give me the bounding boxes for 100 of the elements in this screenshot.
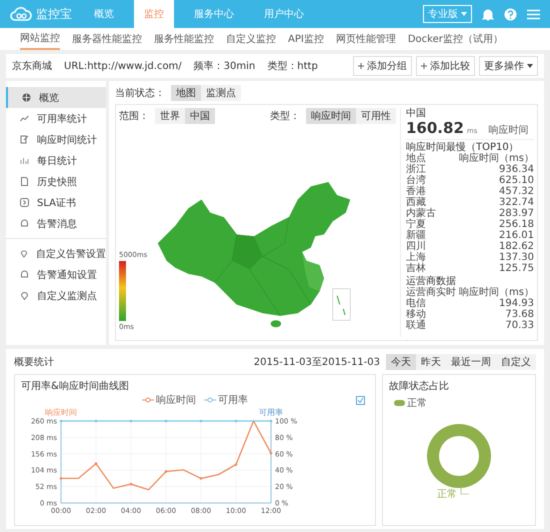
table-cell: 电信 xyxy=(406,298,426,309)
sidebar-item[interactable]: 每日统计 xyxy=(6,150,106,171)
sidebar-item[interactable]: SLA证书 xyxy=(6,192,106,213)
range-tab[interactable]: 自定义 xyxy=(496,354,536,370)
monitor-url: URL:http://www.jd.com/ xyxy=(64,60,182,72)
table-cell: 125.75 xyxy=(499,263,534,274)
document-icon xyxy=(20,177,29,186)
sidebar-item[interactable]: 可用率统计 xyxy=(6,108,106,129)
sub-nav-tab[interactable]: API监控 xyxy=(288,28,324,50)
region-name: 中国 xyxy=(406,108,427,119)
monitor-name: 京东商城 xyxy=(12,60,52,73)
pin-icon xyxy=(20,291,29,300)
table-cell: 台湾 xyxy=(406,175,426,186)
scope-toggle[interactable]: 世界 xyxy=(155,108,185,124)
type-label: 类型： xyxy=(270,110,300,123)
legend-item[interactable]: 正常 xyxy=(394,396,427,410)
column-header: 地点 xyxy=(406,153,426,164)
monitor-frequency: 频率：30min xyxy=(194,60,256,73)
date-range: 2015-11-03至2015-11-03 xyxy=(254,356,380,369)
section-title: 运营商数据 xyxy=(406,276,457,287)
sub-nav-tab[interactable]: 服务器性能监控 xyxy=(72,28,142,50)
table-cell: 73.68 xyxy=(505,309,534,320)
section-title: 响应时间最慢（TOP10） xyxy=(406,142,520,153)
sub-nav-tab[interactable]: 网页性能管理 xyxy=(336,28,396,50)
caret-icon xyxy=(527,64,533,68)
sub-nav-tab[interactable]: Docker监控（试用） xyxy=(408,28,503,50)
sidebar-item[interactable]: 告警消息 xyxy=(6,213,106,234)
add-button[interactable]: 添加比较 xyxy=(416,56,475,76)
metric-label: 响应时间 xyxy=(488,125,528,136)
logo-text: 监控宝 xyxy=(36,6,72,22)
bell-icon xyxy=(20,219,29,228)
column-header: 响应时间（ms） xyxy=(459,287,534,298)
sidebar-item[interactable]: 自定义告警设置 xyxy=(6,243,106,264)
chart-tool-icon[interactable] xyxy=(356,396,365,404)
sidebar-item[interactable]: 告警通知设置 xyxy=(6,264,106,285)
plus-icon xyxy=(421,63,427,69)
table-cell: 内蒙古 xyxy=(406,208,436,219)
bell-icon xyxy=(20,270,29,279)
range-tab[interactable]: 昨天 xyxy=(416,354,446,370)
table-cell: 联通 xyxy=(406,320,426,331)
table-cell: 吉林 xyxy=(406,263,426,274)
table-cell: 香港 xyxy=(406,186,426,197)
sidebar-item[interactable]: 自定义监测点 xyxy=(6,285,106,306)
card-title: 可用率&响应时间曲线图 xyxy=(21,380,129,393)
help-icon[interactable] xyxy=(504,8,517,20)
table-cell: 宁夏 xyxy=(406,219,426,230)
column-header: 运营商实时 xyxy=(406,287,456,298)
table-cell: 216.01 xyxy=(499,230,534,241)
plus-icon xyxy=(358,63,364,69)
sub-nav-tab[interactable]: 网站监控 xyxy=(20,28,60,50)
caret-icon xyxy=(461,12,467,16)
add-button[interactable]: 添加分组 xyxy=(353,56,412,76)
table-cell: 256.18 xyxy=(499,219,534,230)
table-cell: 625.10 xyxy=(499,175,534,186)
edit-icon xyxy=(20,135,29,144)
view-toggle[interactable]: 监测点 xyxy=(201,85,241,101)
bell-icon[interactable] xyxy=(482,8,494,20)
table-cell: 新疆 xyxy=(406,230,426,241)
status-label: 当前状态： xyxy=(115,86,165,100)
table-cell: 182.62 xyxy=(499,241,534,252)
response-time-value: 160.82 xyxy=(406,119,464,137)
table-cell: 322.74 xyxy=(499,197,534,208)
table-cell: 四川 xyxy=(406,241,426,252)
left-axis-title: 响应时间 xyxy=(45,408,77,417)
scope-label: 范围： xyxy=(119,110,149,123)
sub-nav-tab[interactable]: 自定义监控 xyxy=(226,28,276,50)
table-cell: 194.93 xyxy=(499,298,534,309)
type-toggle[interactable]: 响应时间 xyxy=(306,108,356,124)
sidebar-item[interactable]: 概览 xyxy=(6,87,106,108)
table-cell: 浙江 xyxy=(406,164,426,175)
range-tab[interactable]: 最近一周 xyxy=(446,354,496,370)
right-axis-title: 可用率 xyxy=(259,408,283,417)
table-cell: 70.33 xyxy=(505,320,534,331)
table-cell: 137.30 xyxy=(499,252,534,263)
sidebar-item[interactable]: 历史快照 xyxy=(6,171,106,192)
slice-label: 正常 xyxy=(437,488,457,500)
view-toggle[interactable]: 地图 xyxy=(171,85,201,101)
table-cell: 283.97 xyxy=(499,208,534,219)
table-cell: 上海 xyxy=(406,252,426,263)
scope-toggle[interactable]: 中国 xyxy=(185,108,215,124)
type-toggle[interactable]: 可用性 xyxy=(356,108,396,124)
pin-icon xyxy=(20,249,28,258)
range-tab[interactable]: 今天 xyxy=(386,354,416,370)
sub-nav-tab[interactable]: 服务性能监控 xyxy=(154,28,214,50)
column-header: 响应时间（ms） xyxy=(459,153,534,164)
legend-item[interactable]: 响应时间 xyxy=(142,393,196,407)
table-cell: 移动 xyxy=(406,309,426,320)
table-cell: 457.32 xyxy=(499,186,534,197)
sidebar-item[interactable]: 响应时间统计 xyxy=(6,129,106,150)
overview-title: 概要统计 xyxy=(14,356,54,369)
monitor-type: 类型：http xyxy=(267,60,318,73)
color-scale-bar xyxy=(119,261,126,321)
cloud-logo-icon xyxy=(10,6,32,22)
table-cell: 西藏 xyxy=(406,197,426,208)
trend-line-icon xyxy=(20,114,29,123)
slice-label: 正常 xyxy=(437,488,470,500)
table-cell: 936.34 xyxy=(499,164,534,175)
menu-icon[interactable] xyxy=(527,8,540,20)
legend-item[interactable]: 可用率 xyxy=(204,393,248,407)
more-actions-dropdown[interactable]: 更多操作 xyxy=(479,56,538,76)
